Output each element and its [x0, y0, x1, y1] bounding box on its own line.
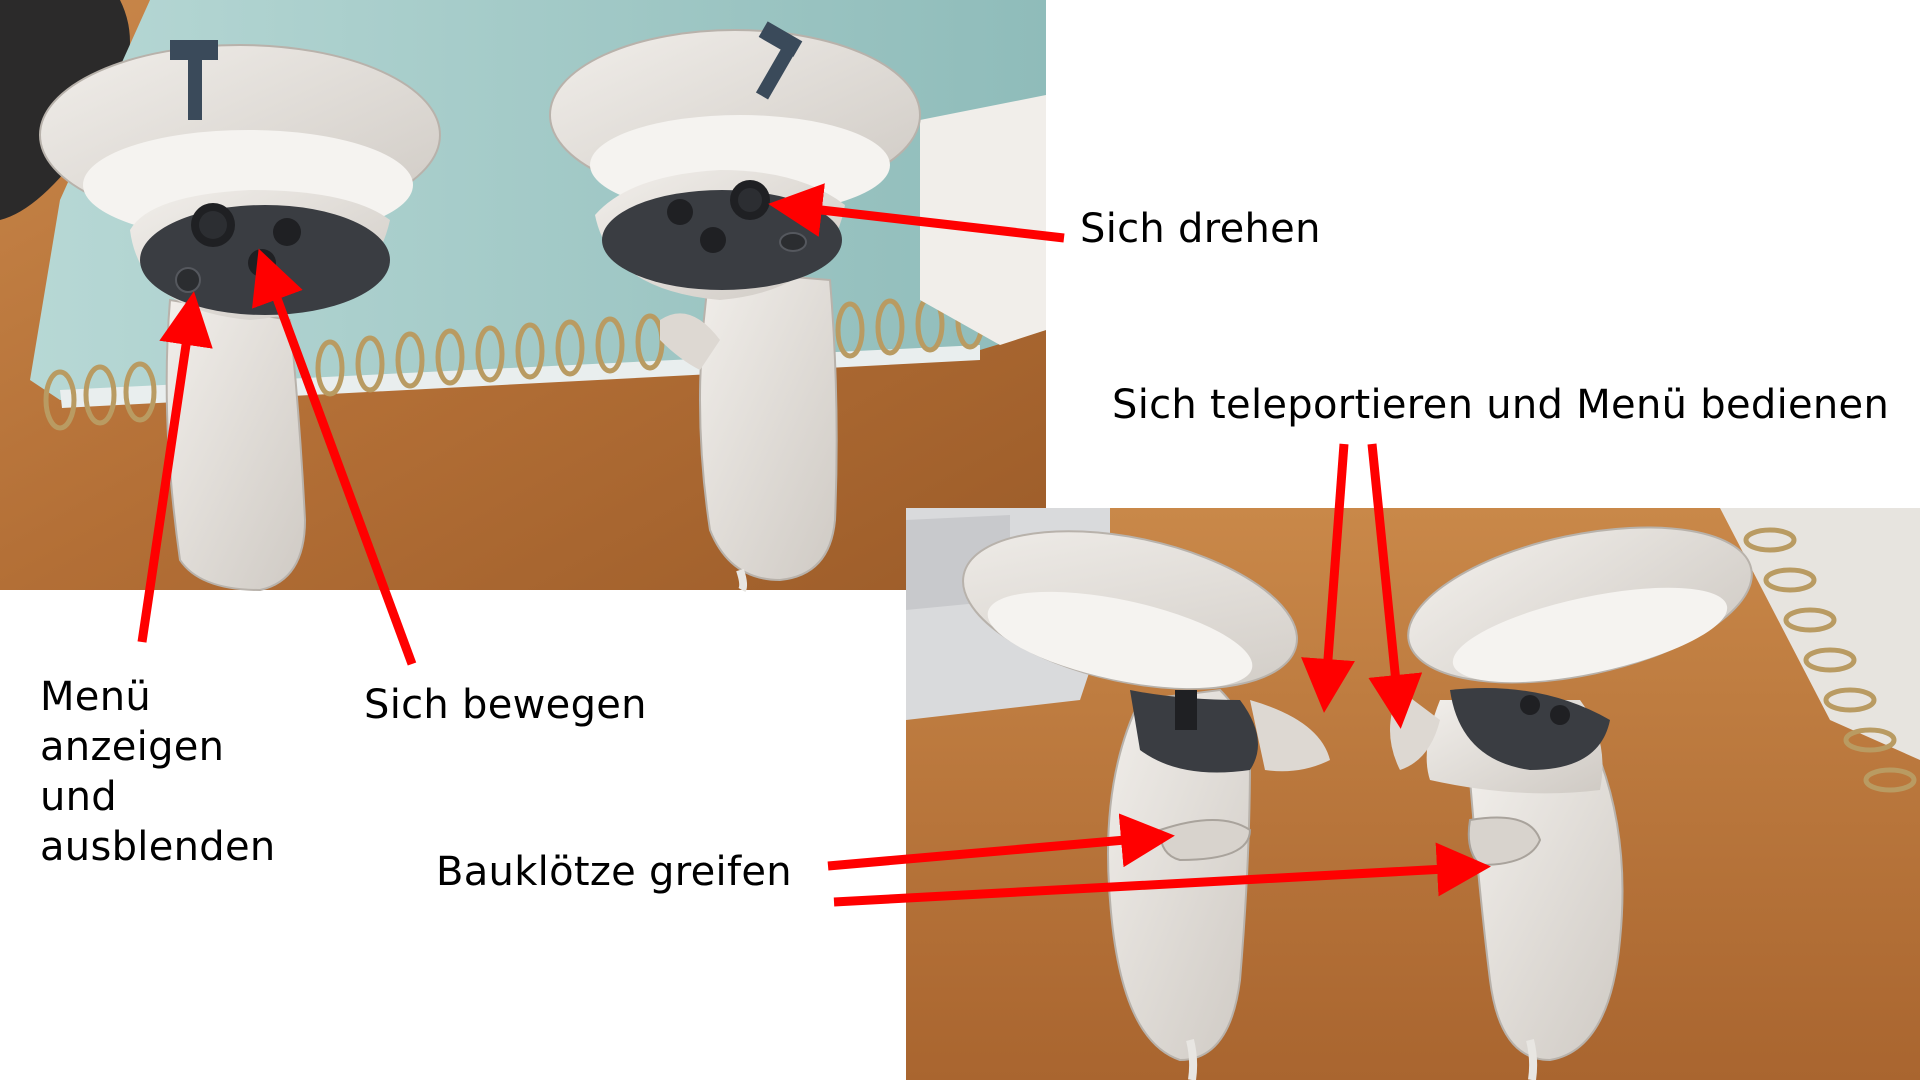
- label-sich-bewegen: Sich bewegen: [364, 682, 647, 728]
- label-menue-line-3: und: [40, 774, 117, 820]
- label-menue-anzeigen: Menü anzeigen und ausblenden: [40, 672, 276, 872]
- label-menue-line-2: anzeigen: [40, 724, 225, 770]
- label-menue-line-1: Menü: [40, 674, 152, 720]
- controller-front-photo: [0, 0, 1046, 593]
- diagram-graphics: [0, 0, 1920, 1080]
- controller-side-photo: [906, 508, 1920, 1080]
- label-menue-line-4: ausblenden: [40, 824, 276, 870]
- label-sich-drehen: Sich drehen: [1080, 206, 1321, 252]
- label-baukloetze-greifen: Bauklötze greifen: [436, 849, 792, 895]
- label-sich-teleportieren: Sich teleportieren und Menü bedienen: [1112, 382, 1890, 428]
- diagram-canvas: Sich drehen Sich teleportieren und Menü …: [0, 0, 1920, 1080]
